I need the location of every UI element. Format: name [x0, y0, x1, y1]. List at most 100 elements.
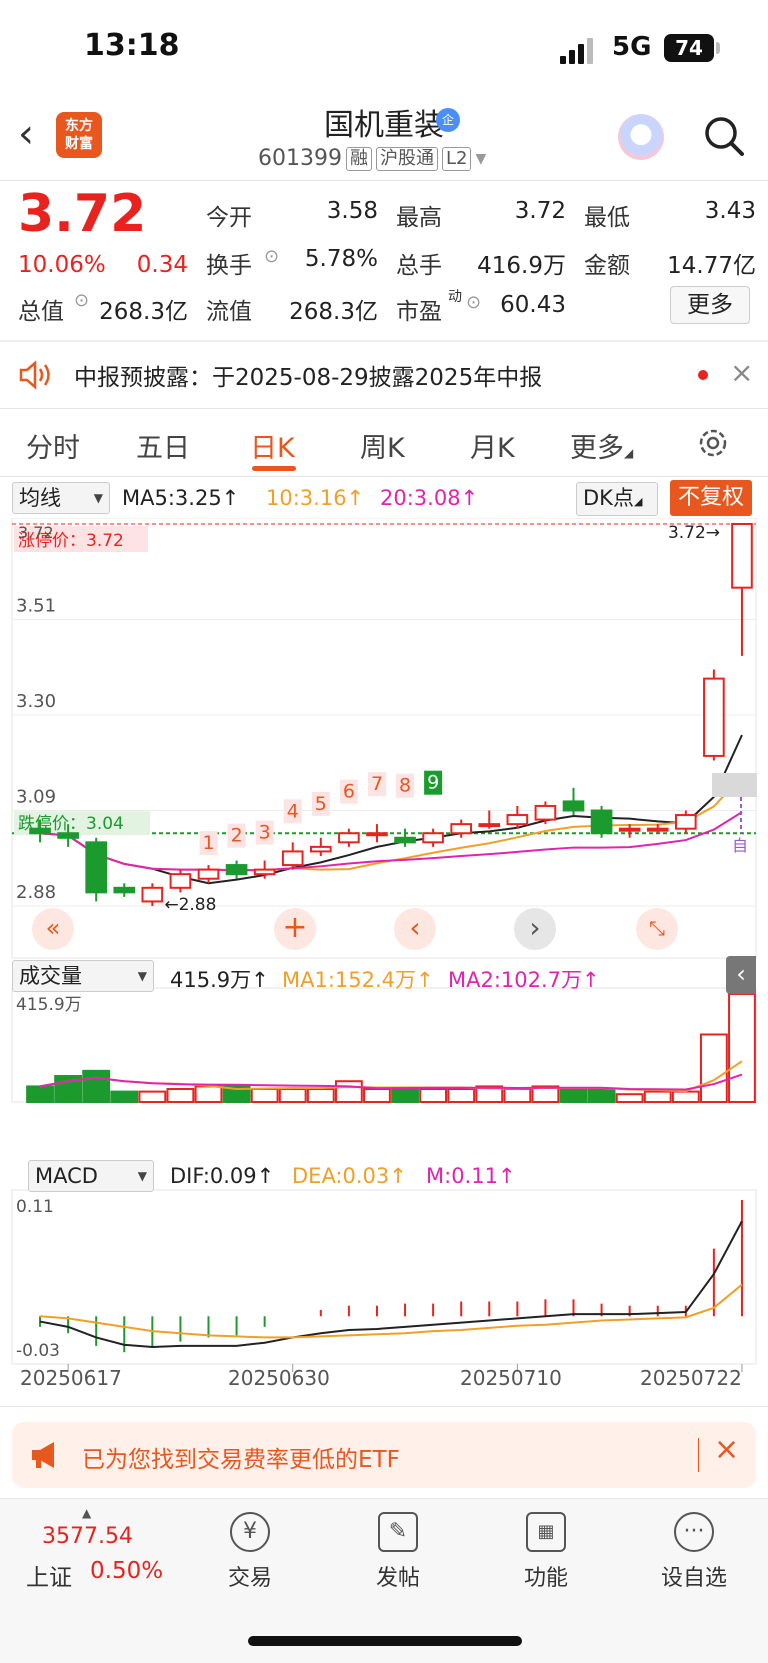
rewind-double-chevron-icon[interactable]: « — [32, 908, 74, 950]
assistant-robot-icon[interactable] — [618, 114, 664, 160]
volume-ma2-line — [39, 1073, 743, 1091]
volume-bar — [447, 1088, 476, 1104]
search-icon[interactable] — [702, 114, 746, 158]
x-axis-label: 20250630 — [228, 1366, 330, 1390]
tab-intraday[interactable]: 分时 — [26, 426, 80, 465]
volume-bar — [278, 1088, 307, 1104]
candle-body — [253, 868, 276, 876]
ma20-legend: 20:3.08↑ — [380, 486, 479, 510]
y-tick-label: 3.30 — [16, 691, 56, 712]
yen-refresh-icon: ¥ — [230, 1512, 270, 1552]
tabs-divider — [0, 476, 768, 477]
info-dots-icon[interactable]: ⊙ — [74, 290, 89, 311]
volume-ma1-legend: MA1:152.4万↑ — [282, 968, 434, 992]
y-tick-label: 2.88 — [16, 882, 56, 903]
volume-bar — [728, 993, 756, 1103]
y-tick-label: 3.09 — [16, 787, 56, 808]
high-label: 最高 — [396, 205, 442, 231]
candle-body — [309, 845, 332, 853]
volume-ma1-line — [39, 1060, 743, 1093]
total-mv-label: 总值 — [18, 299, 64, 325]
close-icon[interactable]: × — [730, 356, 753, 389]
sequence-number: 1 — [203, 832, 215, 854]
chevron-left-icon[interactable]: ‹ — [394, 908, 436, 950]
candle-body — [590, 809, 613, 835]
low-label: 最低 — [584, 205, 630, 231]
amount-label: 金额 — [584, 253, 630, 279]
ma-select[interactable]: 均线 ▼ — [12, 482, 110, 514]
notice-text: 中报预披露：于2025-08-29披露2025年中报 — [74, 365, 543, 391]
volume-bar — [26, 1085, 54, 1103]
volume-value-legend: 415.9万↑ — [170, 968, 269, 992]
macd-dea-line — [39, 1283, 743, 1339]
tab-daily-k[interactable]: 日K — [250, 426, 295, 465]
volume-bar — [250, 1088, 279, 1104]
close-icon[interactable]: × — [714, 1432, 739, 1467]
volume-bar — [587, 1088, 616, 1104]
candle-body — [169, 873, 192, 889]
stock-subline[interactable]: 601399 融 沪股通 L2 ▼ — [258, 146, 486, 171]
candle-body — [618, 827, 641, 832]
volume-bar — [671, 1090, 700, 1104]
open-label: 今开 — [206, 205, 252, 231]
info-dots-icon[interactable]: ⊙ — [264, 246, 279, 267]
volume-bar — [559, 1088, 588, 1104]
candle-body — [703, 677, 725, 757]
index-change[interactable]: 0.50% — [90, 1558, 163, 1584]
dropdown-triangle-icon: ▼ — [137, 1169, 147, 1183]
tab-more[interactable]: 更多◢ — [570, 426, 633, 465]
etf-banner-text: 已为您找到交易费率更低的ETF — [82, 1447, 400, 1473]
nav-trade[interactable]: ¥ 交易 — [200, 1512, 300, 1592]
candle-body — [422, 832, 444, 844]
candle-body — [450, 823, 473, 835]
y-tick-label: 3.72 — [18, 523, 54, 542]
pe-sup: 动 — [448, 289, 462, 305]
volume-select[interactable]: 成交量 ▼ — [12, 960, 154, 992]
macd-select[interactable]: MACD ▼ — [28, 1160, 154, 1192]
candle-body — [506, 814, 529, 826]
collapse-panel-icon[interactable]: ‹ — [726, 956, 756, 994]
settings-gear-icon[interactable] — [696, 426, 730, 460]
expand-icon[interactable]: ⤡ — [636, 908, 678, 950]
candle-body — [534, 804, 557, 821]
zoom-in-plus-icon[interactable]: + — [274, 908, 316, 950]
etf-banner[interactable]: 已为您找到交易费率更低的ETF × — [12, 1422, 756, 1488]
nav-add-watchlist[interactable]: ··· 设自选 — [644, 1512, 744, 1592]
index-name[interactable]: 上证 — [26, 1558, 72, 1592]
adjust-button[interactable]: 不复权 — [670, 480, 752, 516]
battery-icon: 74 — [664, 34, 714, 62]
triangle-icon: ◢ — [624, 446, 634, 460]
x-axis-label: 20250722 — [640, 1366, 742, 1390]
volume-value: 416.9万 — [477, 253, 566, 279]
candle-body — [478, 823, 501, 828]
sequence-number: 2 — [231, 825, 243, 847]
candle-body — [731, 523, 753, 589]
open-value: 3.58 — [326, 198, 378, 224]
min-price-marker: ←2.88 — [164, 895, 216, 915]
price-cursor-block — [711, 773, 757, 797]
nav-trade-label: 交易 — [227, 1566, 272, 1591]
candle-body — [366, 832, 388, 837]
notice-bar[interactable]: 中报预披露：于2025-08-29披露2025年中报 × — [0, 342, 768, 408]
dk-point-select[interactable]: DK点◢ — [576, 482, 658, 516]
sequence-number: 4 — [287, 800, 299, 822]
tab-weekly-k[interactable]: 周K — [360, 426, 405, 465]
candle-body — [225, 864, 248, 876]
candle-body — [29, 827, 51, 835]
nav-features[interactable]: ▦ 功能 — [496, 1512, 596, 1592]
tab-five-day[interactable]: 五日 — [136, 426, 190, 465]
chevron-right-icon[interactable]: › — [514, 908, 556, 950]
nav-post[interactable]: ✎ 发帖 — [348, 1512, 448, 1592]
enterprise-badge: 企 — [436, 108, 460, 132]
home-indicator — [248, 1636, 522, 1646]
index-value[interactable]: 3577.54 — [42, 1524, 133, 1549]
more-quote-button[interactable]: 更多 — [670, 286, 750, 324]
volume-bar — [391, 1088, 419, 1104]
current-price: 3.72 — [18, 184, 147, 244]
tab-monthly-k[interactable]: 月K — [470, 426, 515, 465]
sequence-number: 8 — [399, 775, 411, 797]
self-select-marker: 自 — [732, 836, 748, 855]
tag-margin: 融 — [345, 146, 372, 171]
info-dots-icon[interactable]: ⊙ — [466, 292, 481, 313]
float-mv-value: 268.3亿 — [289, 299, 378, 325]
